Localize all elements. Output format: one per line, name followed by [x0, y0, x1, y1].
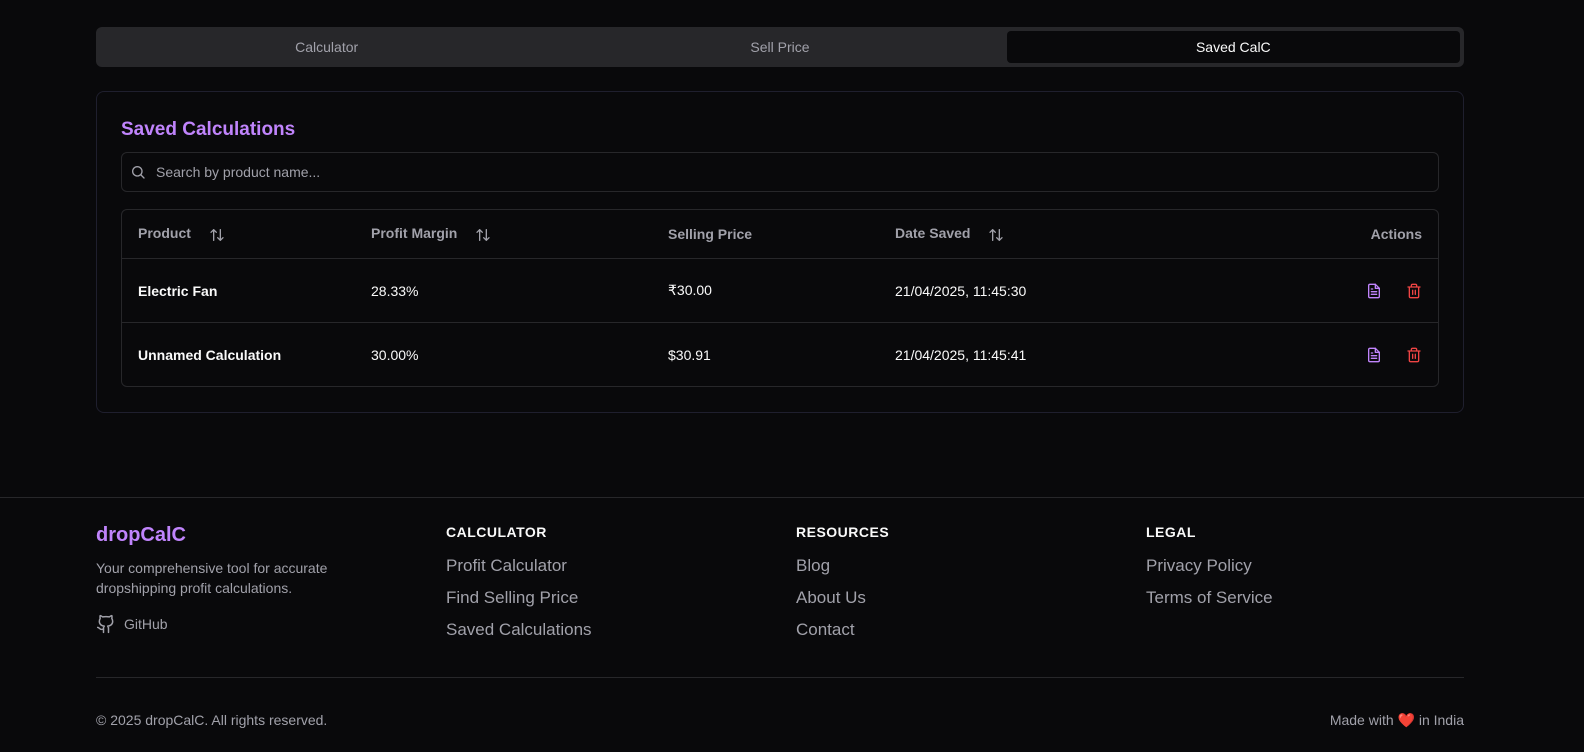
footer-bottom-divider — [96, 677, 1464, 678]
table-row: Unnamed Calculation 30.00% $30.91 21/04/… — [122, 322, 1438, 386]
made-in-text: Made with ❤️ in India — [1330, 712, 1464, 729]
header-date-saved-label: Date Saved — [895, 225, 971, 242]
footer-tagline: Your comprehensive tool for accurate dro… — [96, 560, 328, 596]
github-icon — [96, 614, 114, 634]
footer-column-calculator: CALCULATOR Profit Calculator Find Sellin… — [446, 524, 592, 652]
cell-selling-price: ₹30.00 — [668, 282, 712, 298]
made-in-label: in India — [1418, 712, 1464, 728]
cell-date-saved: 21/04/2025, 11:45:41 — [895, 346, 1027, 363]
github-label: GitHub — [124, 616, 168, 632]
made-with-label: Made with — [1329, 712, 1394, 728]
tab-saved-calc[interactable]: Saved CalC — [1006, 31, 1460, 63]
footer-column-legal: LEGAL Privacy Policy Terms of Service — [1146, 524, 1273, 620]
copyright-text: © 2025 dropCalC. All rights reserved. — [96, 712, 328, 728]
tab-sell-price[interactable]: Sell Price — [553, 31, 1006, 63]
card-title: Saved Calculations — [121, 119, 296, 140]
saved-calculations-table: Product Profit Margin Selling Price Date… — [121, 209, 1439, 387]
cell-product: Electric Fan — [138, 282, 218, 299]
footer-link-profit-calculator[interactable]: Profit Calculator — [446, 556, 592, 588]
footer-link-privacy-policy[interactable]: Privacy Policy — [1146, 556, 1273, 588]
row-actions — [1275, 283, 1438, 299]
footer-brand[interactable]: dropCalC — [96, 524, 186, 547]
cell-profit-margin: 30.00% — [371, 346, 419, 363]
footer-column-title: LEGAL — [1146, 524, 1196, 540]
trash-icon[interactable] — [1406, 347, 1422, 363]
sort-icon[interactable] — [988, 227, 1004, 243]
file-text-icon[interactable] — [1366, 347, 1382, 363]
saved-calculations-card: Saved Calculations Product Profit Margin… — [96, 91, 1464, 413]
cell-date-saved: 21/04/2025, 11:45:30 — [895, 282, 1027, 299]
sort-icon[interactable] — [209, 227, 225, 243]
footer-link-about-us[interactable]: About Us — [796, 588, 889, 620]
tab-calculator[interactable]: Calculator — [100, 31, 553, 63]
footer-link-find-selling-price[interactable]: Find Selling Price — [446, 588, 592, 620]
footer-divider — [0, 497, 1584, 498]
cell-selling-price: $30.91 — [668, 346, 711, 363]
sort-icon[interactable] — [475, 227, 491, 243]
table-row: Electric Fan 28.33% ₹30.00 21/04/2025, 1… — [122, 258, 1438, 322]
header-actions: Actions — [1370, 226, 1422, 242]
heart-icon: ❤️ — [1397, 712, 1415, 728]
footer-link-blog[interactable]: Blog — [796, 556, 889, 588]
tab-bar: Calculator Sell Price Saved CalC — [96, 27, 1464, 67]
header-product-label: Product — [138, 225, 191, 242]
search-input[interactable] — [156, 164, 1416, 180]
cell-product: Unnamed Calculation — [138, 346, 282, 363]
search-box — [121, 152, 1439, 192]
file-text-icon[interactable] — [1366, 283, 1382, 299]
footer-column-title: RESOURCES — [796, 524, 890, 540]
trash-icon[interactable] — [1406, 283, 1422, 299]
header-selling-price: Selling Price — [668, 226, 753, 242]
header-product[interactable]: Product — [122, 225, 371, 242]
footer-column-resources: RESOURCES Blog About Us Contact — [796, 524, 889, 652]
footer-column-title: CALCULATOR — [446, 524, 547, 540]
header-profit-margin-label: Profit Margin — [371, 225, 458, 242]
github-link[interactable]: GitHub — [96, 614, 168, 634]
footer-link-contact[interactable]: Contact — [796, 620, 889, 652]
footer-link-terms-of-service[interactable]: Terms of Service — [1146, 588, 1273, 620]
table-header: Product Profit Margin Selling Price Date… — [122, 210, 1438, 258]
cell-profit-margin: 28.33% — [371, 282, 419, 299]
search-icon — [132, 166, 145, 179]
row-actions — [1275, 347, 1438, 363]
footer-link-saved-calculations[interactable]: Saved Calculations — [446, 620, 592, 652]
header-profit-margin[interactable]: Profit Margin — [371, 225, 668, 242]
header-date-saved[interactable]: Date Saved — [895, 225, 1275, 242]
